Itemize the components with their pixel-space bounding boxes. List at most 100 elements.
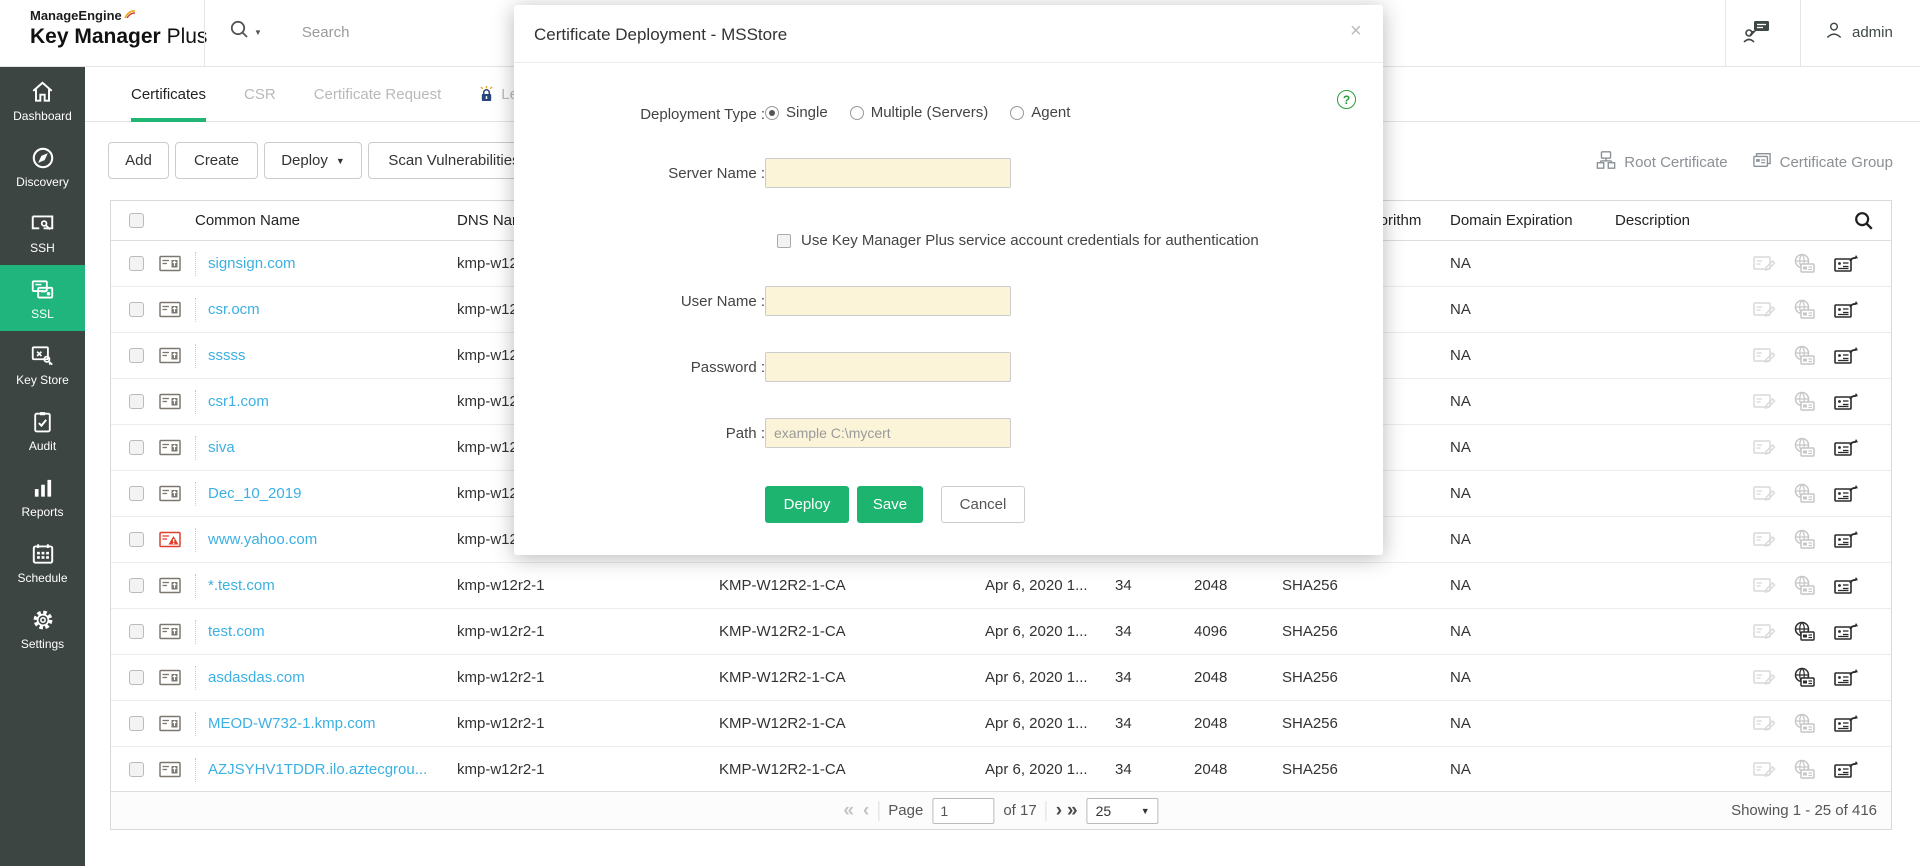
common-name-link[interactable]: csr1.com <box>208 393 269 410</box>
last-page-icon[interactable]: » <box>1067 801 1078 820</box>
deploy-certificate-icon[interactable] <box>1793 529 1817 550</box>
help-icon[interactable]: ? <box>1337 90 1356 109</box>
row-checkbox[interactable] <box>129 394 144 409</box>
close-icon[interactable]: × <box>1350 21 1362 41</box>
page-size-select[interactable]: 25▼ <box>1087 798 1159 824</box>
row-checkbox[interactable] <box>129 348 144 363</box>
deploy-certificate-icon[interactable] <box>1793 667 1817 688</box>
radio-option-single[interactable]: Single <box>765 104 828 121</box>
deploy-certificate-icon[interactable] <box>1793 345 1817 366</box>
create-button[interactable]: Create <box>175 142 258 179</box>
sidebar-item-schedule[interactable]: Schedule <box>0 529 85 595</box>
edit-certificate-icon[interactable] <box>1753 576 1776 595</box>
renew-certificate-icon[interactable] <box>1834 346 1858 366</box>
radio-option-agent[interactable]: Agent <box>1010 104 1070 121</box>
common-name-link[interactable]: sssss <box>208 347 246 364</box>
common-name-link[interactable]: MEOD-W732-1.kmp.com <box>208 715 376 732</box>
common-name-link[interactable]: signsign.com <box>208 255 296 272</box>
row-checkbox[interactable] <box>129 302 144 317</box>
renew-certificate-icon[interactable] <box>1834 254 1858 274</box>
row-checkbox[interactable] <box>129 440 144 455</box>
root-certificate-button[interactable]: Root Certificate <box>1596 150 1727 174</box>
renew-certificate-icon[interactable] <box>1834 668 1858 688</box>
column-header-domain-expiration[interactable]: Domain Expiration <box>1450 212 1615 229</box>
common-name-link[interactable]: www.yahoo.com <box>208 531 317 548</box>
deploy-certificate-icon[interactable] <box>1793 759 1817 780</box>
deploy-certificate-icon[interactable] <box>1793 437 1817 458</box>
common-name-link[interactable]: csr.ocm <box>208 301 260 318</box>
renew-certificate-icon[interactable] <box>1834 438 1858 458</box>
renew-certificate-icon[interactable] <box>1834 300 1858 320</box>
deploy-certificate-icon[interactable] <box>1793 621 1817 642</box>
row-checkbox[interactable] <box>129 716 144 731</box>
first-page-icon[interactable]: « <box>843 801 854 820</box>
row-checkbox[interactable] <box>129 578 144 593</box>
sidebar-item-dashboard[interactable]: Dashboard <box>0 67 85 133</box>
tab-certificates[interactable]: Certificates <box>131 67 206 122</box>
edit-certificate-icon[interactable] <box>1753 714 1776 733</box>
renew-certificate-icon[interactable] <box>1834 760 1858 780</box>
user-menu[interactable]: admin <box>1824 20 1893 44</box>
deploy-certificate-icon[interactable] <box>1793 299 1817 320</box>
edit-certificate-icon[interactable] <box>1753 484 1776 503</box>
tab-certificate-request[interactable]: Certificate Request <box>314 67 442 122</box>
deploy-certificate-icon[interactable] <box>1793 253 1817 274</box>
common-name-link[interactable]: siva <box>208 439 235 456</box>
tab-csr[interactable]: CSR <box>244 67 276 122</box>
column-header-description[interactable]: Description <box>1615 212 1753 229</box>
next-page-icon[interactable]: › <box>1056 801 1062 820</box>
deploy-certificate-icon[interactable] <box>1793 713 1817 734</box>
edit-certificate-icon[interactable] <box>1753 668 1776 687</box>
row-checkbox[interactable] <box>129 256 144 271</box>
search-scope-caret-icon[interactable]: ▼ <box>254 28 262 37</box>
table-search-icon[interactable] <box>1853 210 1875 232</box>
save-button[interactable]: Save <box>857 486 923 523</box>
sidebar-item-settings[interactable]: Settings <box>0 595 85 661</box>
common-name-link[interactable]: test.com <box>208 623 265 640</box>
prev-page-icon[interactable]: ‹ <box>863 801 869 820</box>
user-name-input[interactable] <box>765 286 1011 316</box>
row-checkbox[interactable] <box>129 624 144 639</box>
cancel-button[interactable]: Cancel <box>941 486 1025 523</box>
radio-option-multiple-servers-[interactable]: Multiple (Servers) <box>850 104 989 121</box>
sidebar-item-reports[interactable]: Reports <box>0 463 85 529</box>
edit-certificate-icon[interactable] <box>1753 760 1776 779</box>
renew-certificate-icon[interactable] <box>1834 530 1858 550</box>
edit-certificate-icon[interactable] <box>1753 622 1776 641</box>
edit-certificate-icon[interactable] <box>1753 254 1776 273</box>
renew-certificate-icon[interactable] <box>1834 714 1858 734</box>
renew-certificate-icon[interactable] <box>1834 576 1858 596</box>
page-number-input[interactable] <box>932 798 994 824</box>
edit-certificate-icon[interactable] <box>1753 530 1776 549</box>
edit-certificate-icon[interactable] <box>1753 438 1776 457</box>
column-header-common-name[interactable]: Common Name <box>195 212 457 229</box>
common-name-link[interactable]: AZJSYHV1TDDR.ilo.aztecgrou... <box>208 761 427 778</box>
select-all-checkbox[interactable] <box>129 213 144 228</box>
sidebar-item-ssh[interactable]: SSH <box>0 199 85 265</box>
deploy-button[interactable]: Deploy <box>765 486 849 523</box>
edit-certificate-icon[interactable] <box>1753 392 1776 411</box>
add-button[interactable]: Add <box>108 142 169 179</box>
common-name-link[interactable]: Dec_10_2019 <box>208 485 301 502</box>
path-input[interactable] <box>765 418 1011 448</box>
sidebar-item-key-store[interactable]: Key Store <box>0 331 85 397</box>
row-checkbox[interactable] <box>129 762 144 777</box>
row-checkbox[interactable] <box>129 532 144 547</box>
search-icon[interactable] <box>228 18 252 47</box>
common-name-link[interactable]: asdasdas.com <box>208 669 305 686</box>
feedback-icon[interactable] <box>1742 18 1772 51</box>
sidebar-item-ssl[interactable]: SSL <box>0 265 85 331</box>
edit-certificate-icon[interactable] <box>1753 300 1776 319</box>
sidebar-item-audit[interactable]: Audit <box>0 397 85 463</box>
common-name-link[interactable]: *.test.com <box>208 577 275 594</box>
edit-certificate-icon[interactable] <box>1753 346 1776 365</box>
password-input[interactable] <box>765 352 1011 382</box>
server-name-input[interactable] <box>765 158 1011 188</box>
renew-certificate-icon[interactable] <box>1834 392 1858 412</box>
row-checkbox[interactable] <box>129 670 144 685</box>
sidebar-item-discovery[interactable]: Discovery <box>0 133 85 199</box>
certificate-group-button[interactable]: Certificate Group <box>1752 151 1893 173</box>
service-account-checkbox[interactable] <box>777 234 791 248</box>
deploy-certificate-icon[interactable] <box>1793 575 1817 596</box>
deploy-certificate-icon[interactable] <box>1793 483 1817 504</box>
